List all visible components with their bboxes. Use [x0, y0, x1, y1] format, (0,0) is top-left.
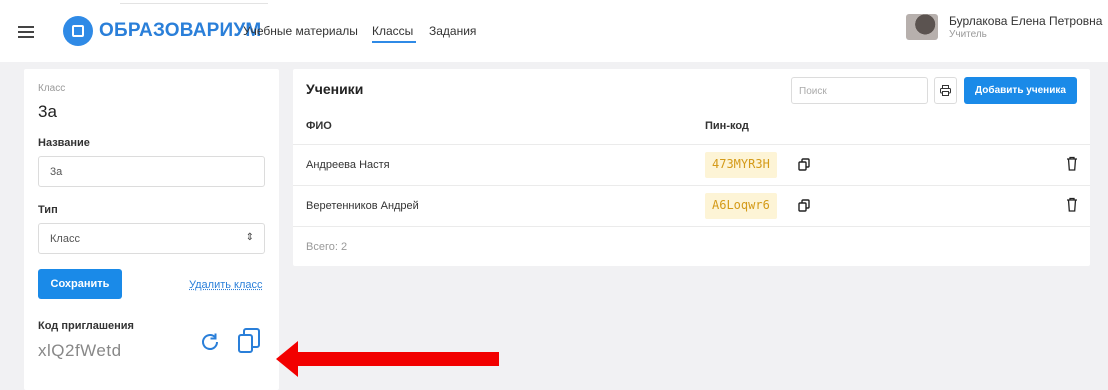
user-role: Учитель: [949, 29, 987, 40]
total-count: Всего: 2: [306, 241, 348, 253]
save-button[interactable]: Сохранить: [38, 269, 122, 299]
table-footer: [293, 226, 1090, 266]
select-arrows-icon: ⇕: [245, 232, 254, 243]
refresh-icon[interactable]: [199, 331, 221, 353]
student-name: Веретенников Андрей: [306, 200, 419, 212]
table-row: Веретенников Андрей A6Loqwr6: [293, 185, 1090, 226]
avatar[interactable]: [906, 14, 938, 40]
student-name: Андреева Настя: [306, 159, 390, 171]
pin-code: A6Loqwr6: [705, 193, 777, 219]
copy-icon[interactable]: [238, 328, 260, 354]
search-input[interactable]: Поиск: [791, 77, 928, 104]
class-title: 3а: [38, 102, 57, 121]
logo-icon[interactable]: [63, 16, 93, 46]
brand-name[interactable]: ОБРАЗОВАРИУМ: [99, 20, 261, 42]
type-select-value: Класс: [50, 233, 80, 245]
add-student-button[interactable]: Добавить ученика: [964, 77, 1077, 104]
invite-code-label: Код приглашения: [38, 320, 134, 332]
column-header-pin: Пин-код: [705, 120, 749, 132]
pin-code: 473MYR3H: [705, 152, 777, 178]
annotation-arrow-shaft: [294, 352, 499, 366]
nav-item-materials[interactable]: Учебные материалы: [243, 24, 358, 38]
class-label: Класс: [38, 83, 66, 94]
user-name[interactable]: Бурлакова Елена Петровна: [949, 14, 1102, 28]
invite-code: xlQ2fWetd: [38, 341, 122, 360]
hamburger-icon[interactable]: [18, 26, 34, 38]
nav-item-tasks[interactable]: Задания: [429, 24, 476, 38]
table-row: Андреева Настя 473MYR3H: [293, 144, 1090, 185]
name-field-label: Название: [38, 137, 90, 149]
copy-icon[interactable]: [798, 158, 810, 171]
trash-icon[interactable]: [1066, 156, 1078, 171]
top-divider: [120, 0, 268, 4]
nav-item-classes[interactable]: Классы: [372, 24, 413, 38]
students-panel: Ученики Поиск Добавить ученика ФИО Пин-к…: [293, 69, 1090, 266]
top-bar: ОБРАЗОВАРИУМ Учебные материалы Классы За…: [0, 0, 1108, 62]
annotation-arrow-head: [276, 341, 298, 377]
name-input[interactable]: 3а: [38, 156, 265, 187]
type-field-label: Тип: [38, 204, 58, 216]
copy-icon[interactable]: [798, 199, 810, 212]
nav-active-indicator: [372, 41, 416, 43]
students-title: Ученики: [306, 81, 364, 97]
column-header-name: ФИО: [306, 120, 332, 132]
print-button[interactable]: [934, 77, 957, 104]
trash-icon[interactable]: [1066, 197, 1078, 212]
printer-icon: [940, 85, 951, 96]
delete-class-link[interactable]: Удалить класс: [189, 279, 263, 291]
class-settings-panel: Класс 3а Название 3а Тип Класс ⇕ Сохрани…: [24, 69, 279, 390]
type-select[interactable]: Класс ⇕: [38, 223, 265, 254]
